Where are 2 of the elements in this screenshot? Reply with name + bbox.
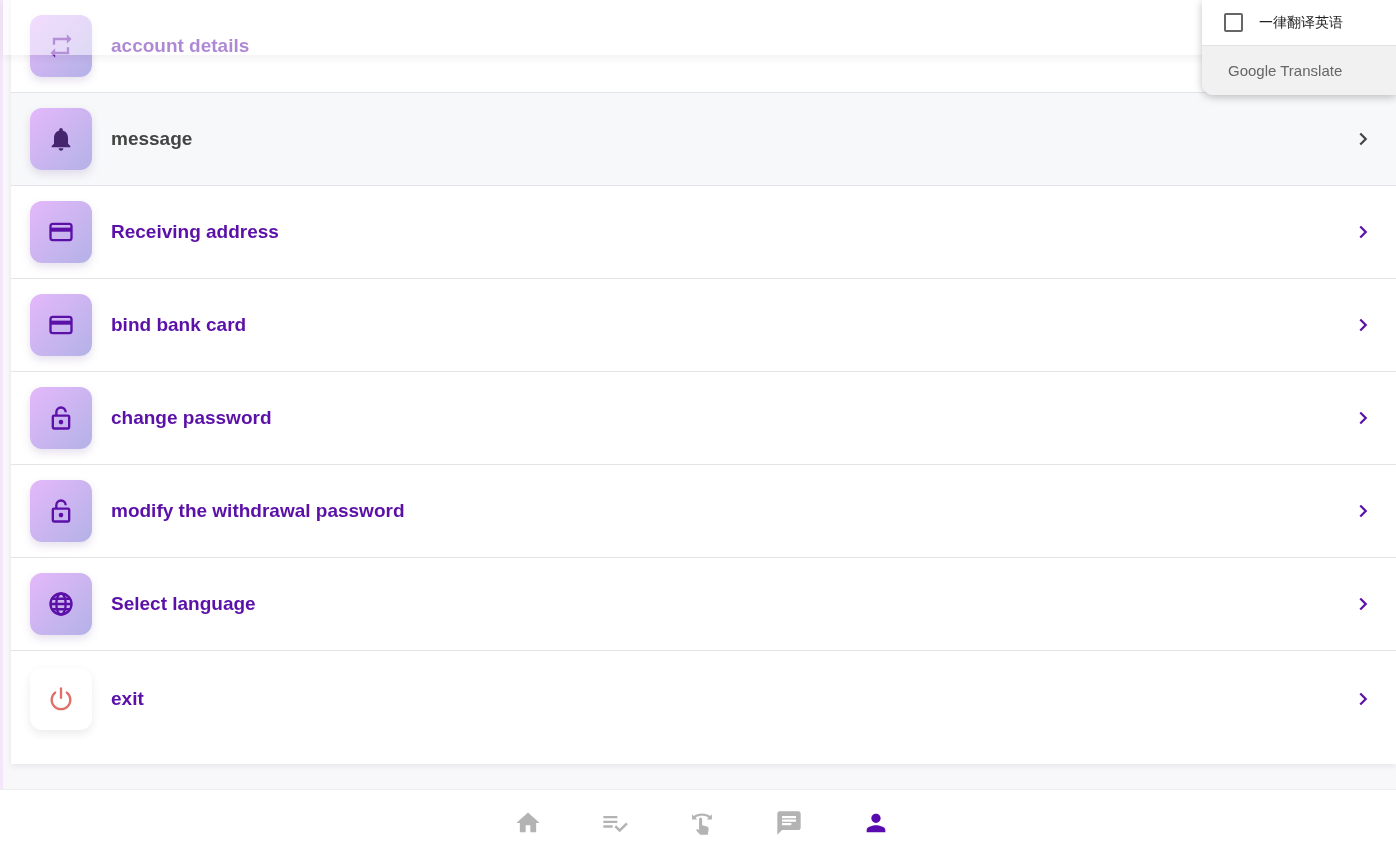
translate-branding: Google Translate [1228,62,1343,79]
checkbox-label: 一律翻译英语 [1259,13,1343,32]
